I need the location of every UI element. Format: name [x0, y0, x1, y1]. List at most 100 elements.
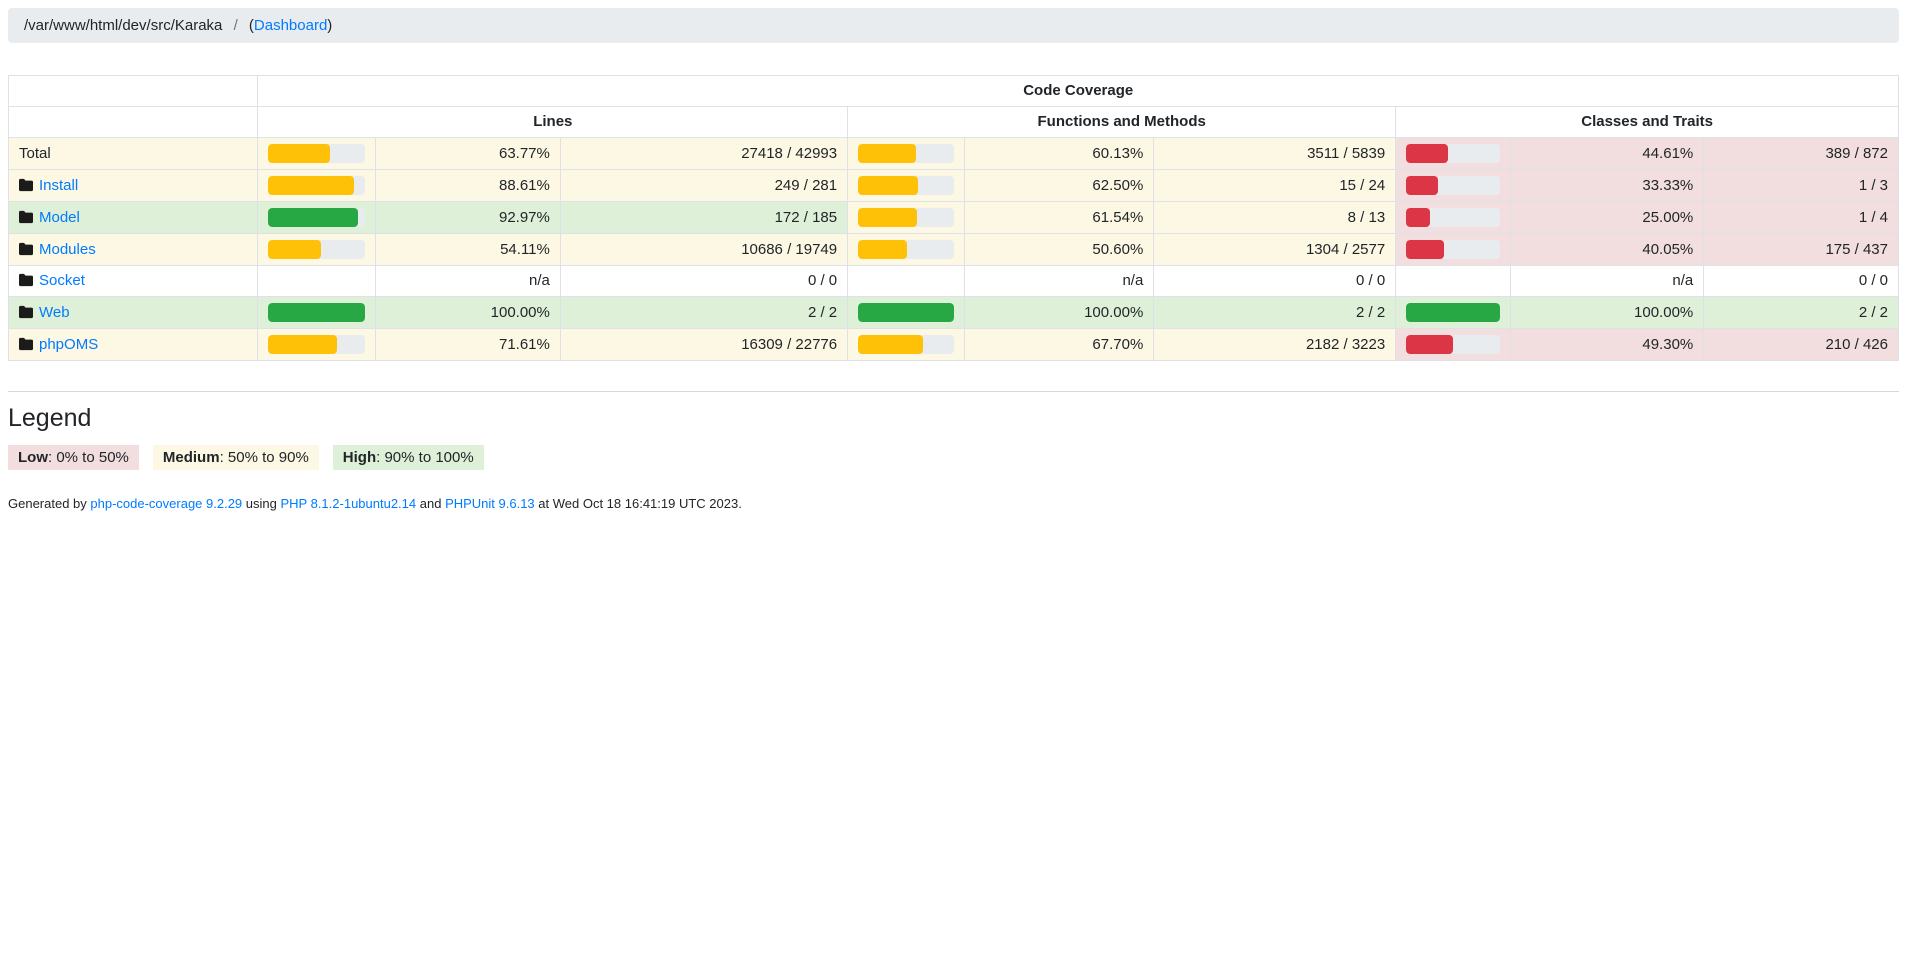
- classes-percent: 100.00%: [1511, 297, 1704, 329]
- classes-progress-fill: [1406, 176, 1437, 195]
- functions-progress-fill: [858, 208, 917, 227]
- functions-percent: 62.50%: [965, 170, 1154, 202]
- breadcrumb-separator: /: [234, 17, 238, 34]
- breadcrumb-path: /var/www/html/dev/src/Karaka: [24, 17, 222, 34]
- legend-item-medium: Medium: 50% to 90%: [153, 445, 319, 470]
- lines-percent: 54.11%: [375, 234, 560, 266]
- functions-progress-fill: [858, 335, 923, 354]
- footer-text: and: [416, 496, 445, 511]
- functions-fraction: 15 / 24: [1154, 170, 1396, 202]
- directory-link[interactable]: Socket: [39, 272, 85, 289]
- footer-text: using: [242, 496, 280, 511]
- classes-progress-track: [1406, 303, 1500, 322]
- classes-percent: 25.00%: [1511, 202, 1704, 234]
- lines-percent: 92.97%: [375, 202, 560, 234]
- total-label: Total: [19, 145, 51, 162]
- directory-link[interactable]: Install: [39, 177, 78, 194]
- classes-progress-fill: [1406, 144, 1448, 163]
- legend-section: Legend Low: 0% to 50%Medium: 50% to 90%H…: [8, 404, 1899, 470]
- folder-icon: [19, 210, 33, 224]
- lines-fraction: 16309 / 22776: [560, 329, 847, 361]
- item-name-cell: Web: [9, 297, 258, 329]
- generated-footer: Generated by php-code-coverage 9.2.29 us…: [8, 496, 1899, 511]
- lines-progress-fill: [268, 335, 337, 354]
- item-name-cell: phpOMS: [9, 329, 258, 361]
- functions-bar-cell: [848, 329, 965, 361]
- classes-fraction: 210 / 426: [1704, 329, 1899, 361]
- item-name-cell: Modules: [9, 234, 258, 266]
- folder-icon: [19, 273, 33, 287]
- functions-progress-track: [858, 208, 954, 227]
- table-row: Install88.61%249 / 28162.50%15 / 2433.33…: [9, 170, 1899, 202]
- item-name-cell: Socket: [9, 266, 258, 297]
- classes-progress-track: [1406, 335, 1500, 354]
- empty-header-cell: [9, 76, 258, 107]
- lines-progress-fill: [268, 303, 364, 322]
- functions-fraction: 3511 / 5839: [1154, 138, 1396, 170]
- lines-percent: n/a: [375, 266, 560, 297]
- lines-progress-fill: [268, 240, 320, 259]
- functions-percent: 60.13%: [965, 138, 1154, 170]
- directory-link[interactable]: Modules: [39, 241, 96, 258]
- classes-fraction: 1 / 4: [1704, 202, 1899, 234]
- functions-progress-fill: [858, 144, 916, 163]
- directory-link[interactable]: Web: [39, 304, 70, 321]
- classes-percent: 40.05%: [1511, 234, 1704, 266]
- legend-item-label: High: [343, 449, 376, 466]
- lines-progress-track: [268, 335, 364, 354]
- legend-item-range: : 50% to 90%: [220, 449, 309, 466]
- lines-bar-cell: [258, 202, 375, 234]
- lines-bar-cell: [258, 329, 375, 361]
- php-code-coverage-link[interactable]: php-code-coverage 9.2.29: [90, 496, 242, 511]
- functions-bar-cell: [848, 266, 965, 297]
- lines-bar-cell: [258, 170, 375, 202]
- classes-bar-cell: [1396, 297, 1511, 329]
- classes-percent: 33.33%: [1511, 170, 1704, 202]
- lines-fraction: 249 / 281: [560, 170, 847, 202]
- functions-percent: n/a: [965, 266, 1154, 297]
- classes-progress-track: [1406, 208, 1500, 227]
- lines-percent: 71.61%: [375, 329, 560, 361]
- legend-item-range: : 90% to 100%: [376, 449, 474, 466]
- table-row: Modules54.11%10686 / 1974950.60%1304 / 2…: [9, 234, 1899, 266]
- functions-progress-fill: [858, 176, 918, 195]
- dashboard-link[interactable]: Dashboard: [254, 17, 327, 34]
- lines-fraction: 10686 / 19749: [560, 234, 847, 266]
- functions-fraction: 2 / 2: [1154, 297, 1396, 329]
- classes-fraction: 2 / 2: [1704, 297, 1899, 329]
- directory-link[interactable]: Model: [39, 209, 80, 226]
- functions-percent: 50.60%: [965, 234, 1154, 266]
- table-group-header-row: Lines Functions and Methods Classes and …: [9, 107, 1899, 138]
- functions-bar-cell: [848, 202, 965, 234]
- lines-fraction: 172 / 185: [560, 202, 847, 234]
- classes-fraction: 1 / 3: [1704, 170, 1899, 202]
- phpunit-link[interactable]: PHPUnit 9.6.13: [445, 496, 535, 511]
- footer-text: at Wed Oct 18 16:41:19 UTC 2023.: [535, 496, 742, 511]
- functions-progress-track: [858, 144, 954, 163]
- directory-link[interactable]: phpOMS: [39, 336, 98, 353]
- classes-percent: n/a: [1511, 266, 1704, 297]
- classes-progress-track: [1406, 144, 1500, 163]
- folder-icon: [19, 178, 33, 192]
- classes-progress-track: [1406, 176, 1500, 195]
- group-header-lines: Lines: [258, 107, 848, 138]
- lines-fraction: 0 / 0: [560, 266, 847, 297]
- coverage-table: Code Coverage Lines Functions and Method…: [8, 75, 1899, 361]
- table-title-row: Code Coverage: [9, 76, 1899, 107]
- functions-fraction: 2182 / 3223: [1154, 329, 1396, 361]
- table-title: Code Coverage: [258, 76, 1899, 107]
- lines-progress-track: [268, 303, 364, 322]
- classes-progress-fill: [1406, 303, 1500, 322]
- table-row: Model92.97%172 / 18561.54%8 / 1325.00%1 …: [9, 202, 1899, 234]
- functions-fraction: 8 / 13: [1154, 202, 1396, 234]
- folder-icon: [19, 337, 33, 351]
- php-version-link[interactable]: PHP 8.1.2-1ubuntu2.14: [280, 496, 416, 511]
- classes-bar-cell: [1396, 138, 1511, 170]
- breadcrumb: /var/www/html/dev/src/Karaka / (Dashboar…: [8, 8, 1899, 43]
- breadcrumb-paren-close: ): [327, 17, 332, 34]
- functions-progress-track: [858, 240, 954, 259]
- legend-item-high: High: 90% to 100%: [333, 445, 484, 470]
- item-name-cell: Total: [9, 138, 258, 170]
- classes-progress-fill: [1406, 240, 1444, 259]
- folder-icon: [19, 305, 33, 319]
